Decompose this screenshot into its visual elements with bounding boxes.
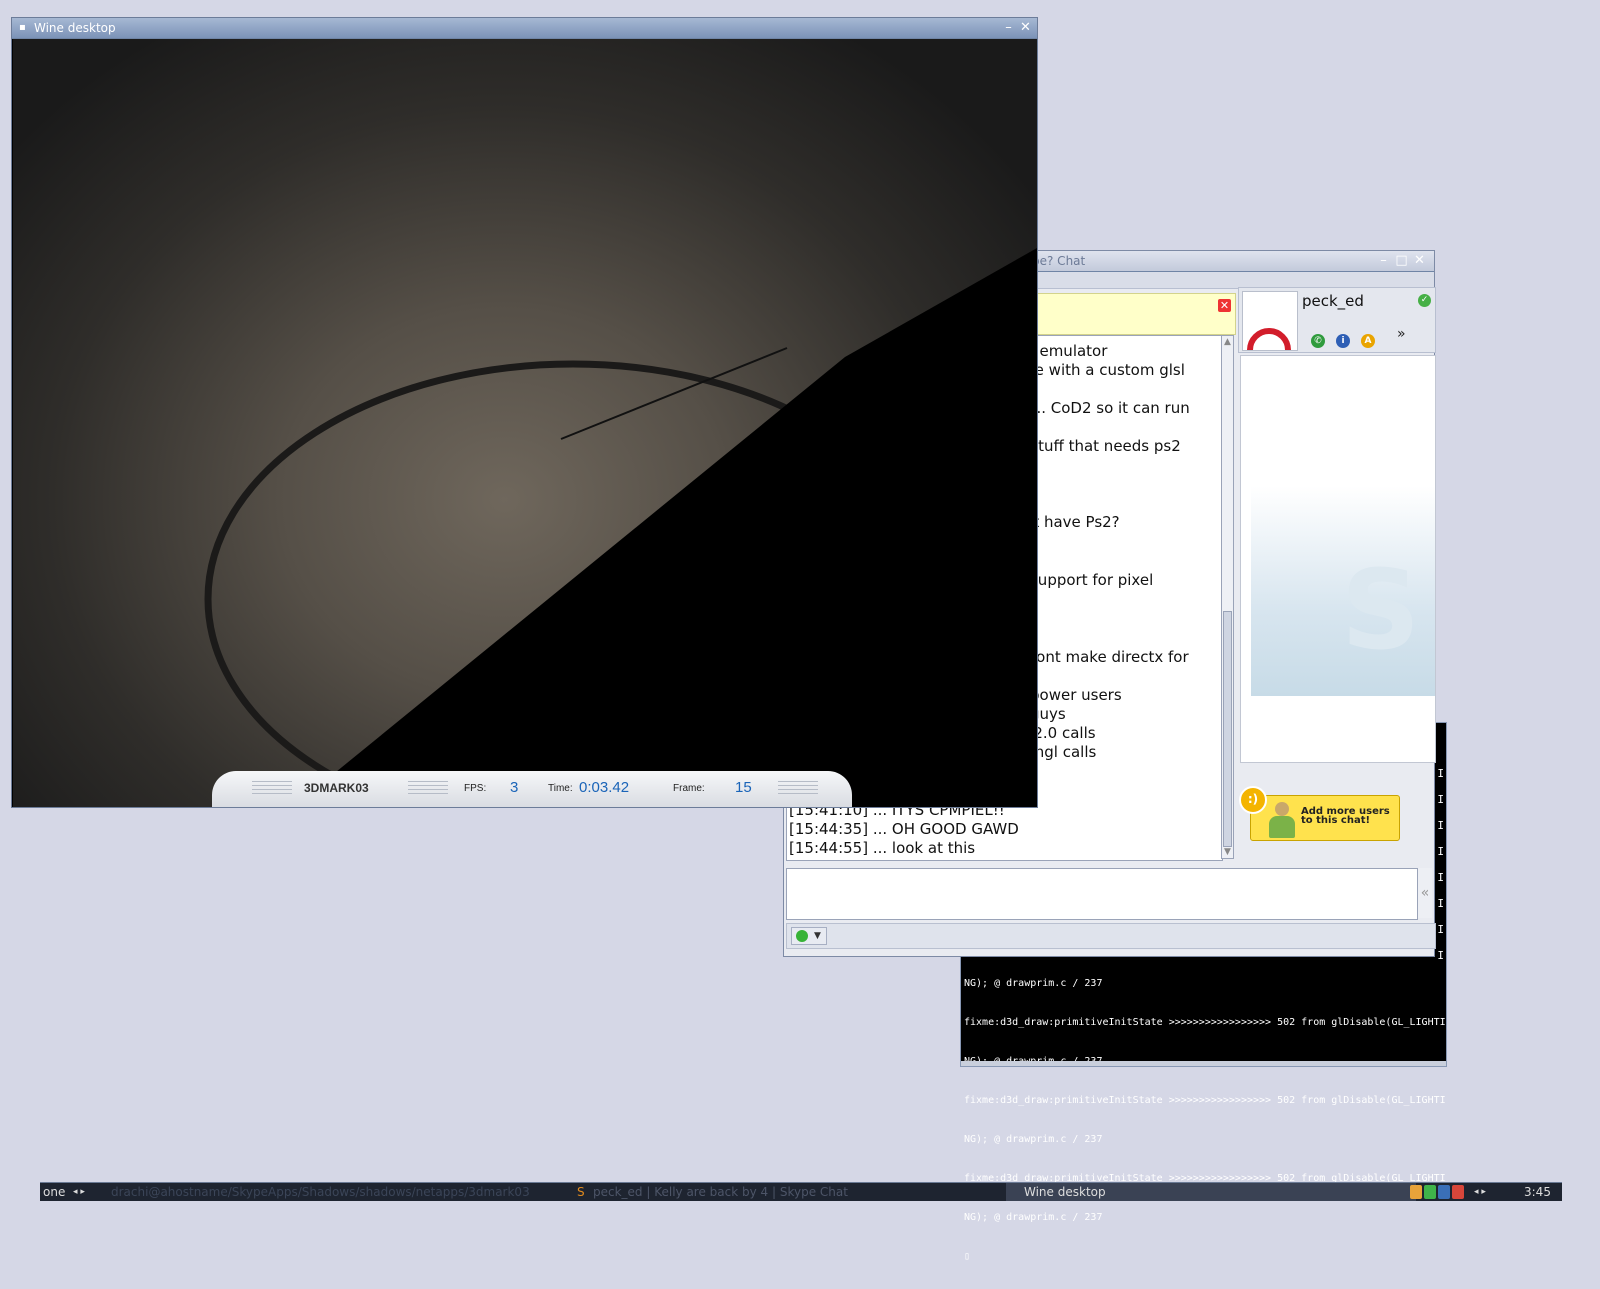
tray-alert-icon[interactable]	[1452, 1185, 1464, 1199]
time-label: Time:	[548, 783, 573, 794]
call-icon[interactable]: ✆	[1311, 334, 1325, 348]
terminal-line: fixme:d3d_draw:primitiveInitState >>>>>>…	[964, 1017, 1446, 1028]
window-menu-icon[interactable]: ▪	[19, 18, 26, 38]
chat-message: n stuff that needs ps2	[1016, 437, 1181, 455]
scroll-up-icon[interactable]: ▲	[1222, 337, 1233, 347]
minimize-icon[interactable]: –	[1377, 254, 1390, 267]
tray-app-icon[interactable]	[1410, 1185, 1422, 1199]
taskbar-item-wine[interactable]: Wine desktop	[1006, 1183, 1416, 1201]
message-input[interactable]	[786, 868, 1418, 920]
contact-card[interactable]: peck_ed ✓ ✆ i A »	[1238, 287, 1436, 353]
terminal-output: NG); @ drawprim.c / 237 fixme:d3d_draw:p…	[964, 951, 1446, 1289]
scene-graphics	[204, 248, 1037, 807]
3dmark-render-view	[13, 39, 1037, 807]
terminal-line: NG); @ drawprim.c / 237	[964, 978, 1103, 989]
terminal-scrollbar[interactable]	[961, 1061, 1446, 1066]
clock[interactable]: 3:45	[1524, 1183, 1560, 1201]
taskbar-item-terminal[interactable]: drachi@ahostname/SkypeApps/Shadows/shado…	[111, 1183, 571, 1201]
close-icon[interactable]: ✕	[1019, 21, 1032, 34]
skype-s-logo-icon: S	[1341, 546, 1421, 674]
online-icon	[796, 930, 808, 942]
scroll-down-icon[interactable]: ▼	[1222, 847, 1233, 857]
chat-bubble-icon: :)	[1239, 786, 1267, 814]
scroll-thumb[interactable]	[1223, 611, 1232, 847]
hud-stripe	[252, 781, 292, 795]
wine-desktop-window[interactable]: ▪ Wine desktop – ✕ 3DMARK03 FPS: 3 Time:…	[11, 17, 1038, 808]
minimize-icon[interactable]: –	[1002, 21, 1015, 34]
system-tray	[1410, 1185, 1466, 1202]
chat-message: ly.... CoD2 so it can run	[1016, 399, 1190, 417]
desktop-arrows[interactable]: ◂ ▸	[73, 1183, 103, 1201]
frame-value: 15	[735, 779, 752, 796]
skype-taskbar-icon: S	[577, 1185, 585, 1199]
terminal-right-edge-text: II II II II	[1437, 767, 1444, 962]
fps-value: 3	[510, 779, 519, 796]
tray-network-icon[interactable]	[1438, 1185, 1450, 1199]
frame-label: Frame:	[673, 783, 705, 794]
maximize-icon[interactable]: □	[1395, 254, 1408, 267]
tray-arrows[interactable]: ◂ ▸	[1474, 1183, 1504, 1201]
status-selector[interactable]: ▼	[791, 927, 827, 945]
online-status-icon: ✓	[1418, 294, 1431, 307]
time-value: 0:03.42	[579, 779, 630, 796]
3dmark-hud: 3DMARK03 FPS: 3 Time: 0:03.42 Frame: 15	[212, 771, 852, 807]
chat-message: [15:44:55] ... look at this	[789, 839, 976, 857]
hud-stripe	[408, 781, 448, 795]
chevron-down-icon: ▼	[814, 931, 821, 941]
participants-panel: S	[1240, 355, 1436, 763]
more-options-button[interactable]: »	[1397, 326, 1406, 342]
3dmark-logo: 3DMARK03	[304, 781, 369, 795]
skype-window-title: pe? Chat	[1032, 254, 1086, 268]
taskbar-item-skype[interactable]: peck_ed | Kelly are back by 4 | Skype Ch…	[593, 1183, 1003, 1201]
terminal-line: fixme:d3d_draw:primitiveInitState >>>>>>…	[964, 1095, 1446, 1106]
tray-status-icon[interactable]	[1424, 1185, 1436, 1199]
close-icon[interactable]: ✕	[1413, 254, 1426, 267]
shadow-shape	[293, 248, 1037, 807]
terminal-cursor: ▯	[964, 1251, 971, 1262]
avatar[interactable]	[1242, 291, 1298, 351]
skype-statusbar: ▼	[786, 923, 1436, 949]
send-file-icon[interactable]: A	[1361, 334, 1375, 348]
chat-message: [15:44:35] ... OH GOOD GAWD	[789, 820, 1019, 838]
terminal-line: NG); @ drawprim.c / 237	[964, 1212, 1103, 1223]
user-icon	[1267, 802, 1295, 840]
chat-message: one with a custom glsl	[1016, 361, 1185, 379]
contact-name: peck_ed	[1302, 292, 1364, 310]
fps-label: FPS:	[464, 783, 487, 794]
chat-scrollbar[interactable]: ▲ ▼	[1221, 335, 1234, 859]
collapse-panel-button[interactable]: «	[1418, 868, 1432, 918]
skype-logo-icon	[1247, 328, 1291, 350]
wine-titlebar[interactable]: ▪ Wine desktop – ✕	[12, 18, 1037, 39]
hud-stripe	[778, 781, 818, 795]
topic-close-icon[interactable]: ✕	[1218, 299, 1231, 312]
add-users-button[interactable]: :) Add more users to this chat!	[1239, 786, 1400, 841]
desktop-switcher[interactable]: one	[43, 1183, 73, 1201]
add-users-label: Add more users to this chat!	[1301, 806, 1390, 826]
info-icon[interactable]: i	[1336, 334, 1350, 348]
terminal-line: NG); @ drawprim.c / 237	[964, 1134, 1103, 1145]
wine-window-title: Wine desktop	[34, 21, 116, 35]
taskbar: one ◂ ▸ drachi@ahostname/SkypeApps/Shado…	[40, 1182, 1562, 1201]
chat-message: t dont make directx for	[1016, 648, 1189, 666]
